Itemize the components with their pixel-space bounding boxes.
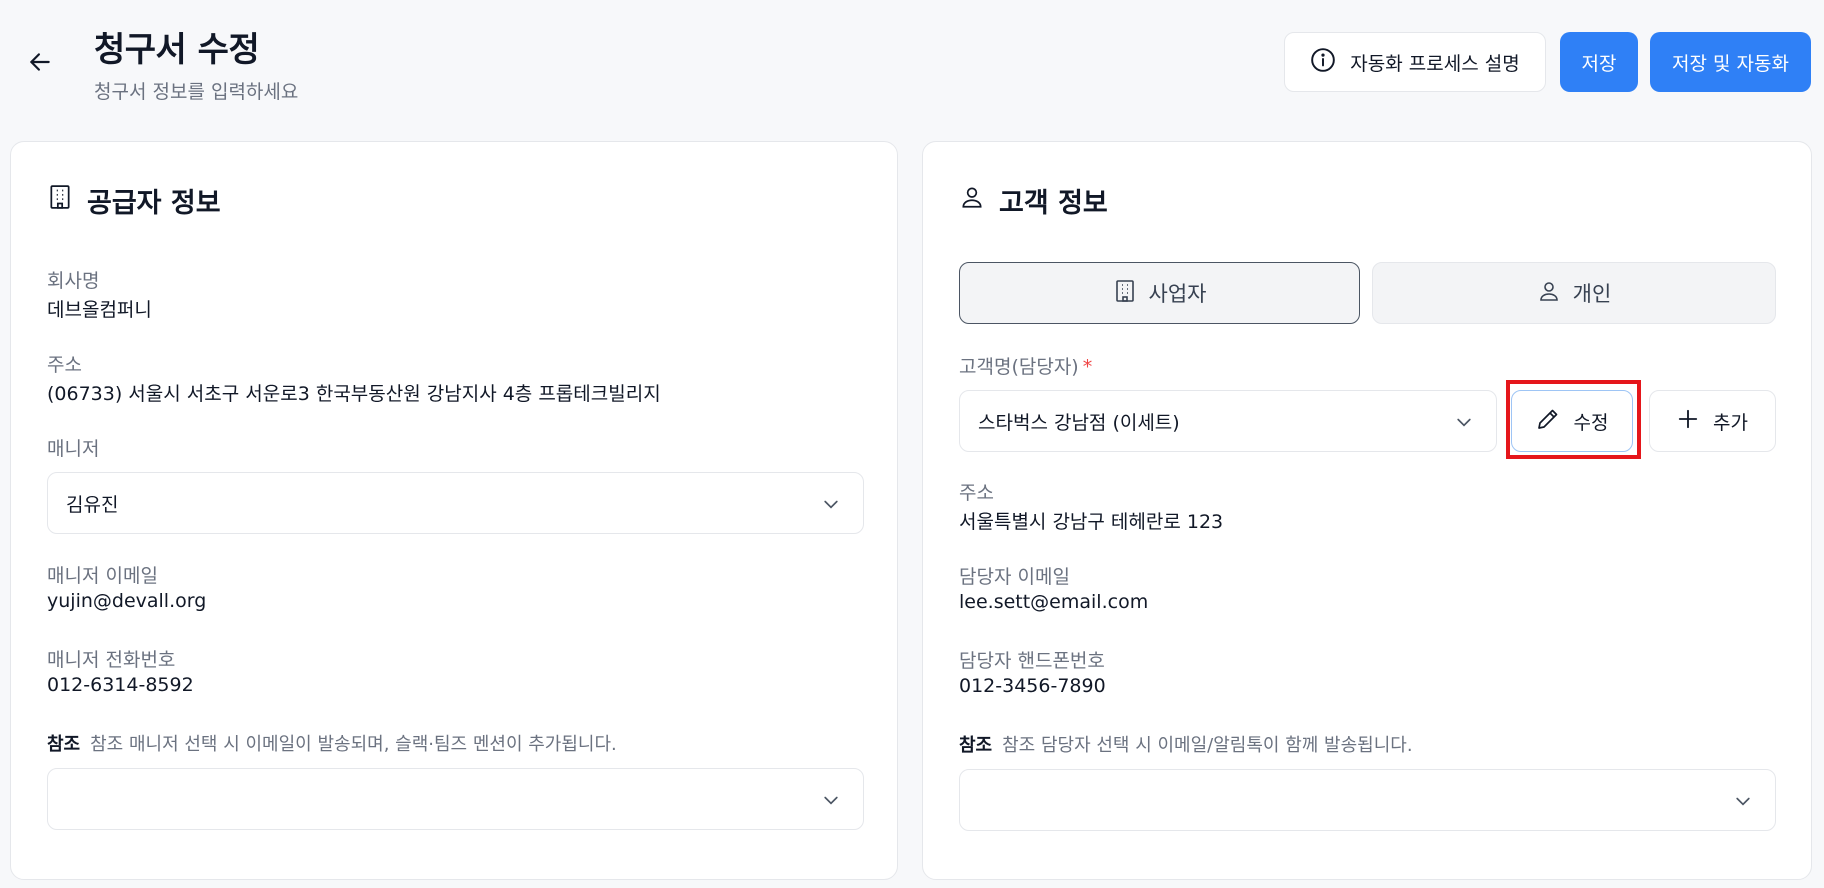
customer-note-text: 참조 담당자 선택 시 이메일/알림톡이 함께 발송됩니다.	[1002, 735, 1413, 756]
save-button[interactable]: 저장	[1560, 32, 1638, 92]
customer-name-select[interactable]: 스타벅스 강남점 (이세트)	[959, 390, 1497, 452]
add-customer-button[interactable]: 추가	[1649, 390, 1776, 452]
customer-name-label-text: 고객명(담당자)	[959, 356, 1079, 378]
tab-personal-label: 개인	[1572, 282, 1612, 306]
pencil-icon	[1536, 407, 1560, 436]
tab-personal[interactable]: 개인	[1372, 262, 1776, 324]
customer-email-value: lee.sett@email.com	[959, 591, 1149, 613]
chevron-down-icon	[1454, 412, 1474, 437]
user-icon	[1537, 278, 1561, 309]
customer-email-label: 담당자 이메일	[959, 566, 1070, 588]
supplier-address-value: (06733) 서울시 서초구 서운로3 한국부동산원 강남지사 4층 프롭테크…	[47, 383, 661, 405]
customer-note-prefix: 참조	[959, 735, 993, 756]
page-title: 청구서 수정	[94, 30, 260, 70]
supplier-title: 공급자 정보	[47, 181, 221, 220]
customer-address-label: 주소	[959, 482, 994, 504]
customer-cc-select[interactable]	[959, 769, 1776, 831]
customer-note: 참조 참조 담당자 선택 시 이메일/알림톡이 함께 발송됩니다.	[959, 731, 1413, 757]
add-customer-label: 추가	[1713, 411, 1748, 434]
customer-title: 고객 정보	[959, 181, 1108, 220]
manager-label: 매니저	[47, 438, 100, 460]
supplier-note-prefix: 참조	[47, 734, 81, 755]
supplier-note: 참조 참조 매니저 선택 시 이메일이 발송되며, 슬랙·팀즈 멘션이 추가됩니다…	[47, 730, 617, 756]
customer-phone-value: 012-3456-7890	[959, 675, 1106, 697]
header: 청구서 수정 청구서 정보를 입력하세요 자동화 프로세스 설명 저장 저장 및…	[0, 0, 1824, 120]
chevron-down-icon	[821, 790, 841, 815]
manager-email-value: yujin@devall.org	[47, 590, 207, 612]
supplier-card: 공급자 정보 회사명 데브올컴퍼니 주소 (06733) 서울시 서초구 서운로…	[10, 141, 898, 880]
manager-select[interactable]: 김유진	[47, 472, 864, 534]
info-icon	[1310, 47, 1336, 78]
save-and-automate-button[interactable]: 저장 및 자동화	[1650, 32, 1811, 92]
page-subtitle: 청구서 정보를 입력하세요	[94, 81, 299, 103]
customer-name-label: 고객명(담당자) *	[959, 352, 1092, 379]
company-value: 데브올컴퍼니	[47, 299, 152, 321]
tab-business-label: 사업자	[1148, 282, 1207, 306]
chevron-down-icon	[1733, 791, 1753, 816]
edit-customer-label: 수정	[1573, 411, 1609, 434]
manager-phone-value: 012-6314-8592	[47, 674, 194, 696]
customer-title-text: 고객 정보	[999, 188, 1108, 219]
plus-icon	[1677, 408, 1699, 435]
customer-address-value: 서울특별시 강남구 테헤란로 123	[959, 511, 1224, 533]
supplier-cc-select[interactable]	[47, 768, 864, 830]
back-arrow-icon[interactable]	[24, 46, 56, 78]
supplier-address-label: 주소	[47, 354, 82, 376]
building-icon	[1113, 278, 1137, 309]
manager-phone-label: 매니저 전화번호	[47, 649, 176, 671]
supplier-note-text: 참조 매니저 선택 시 이메일이 발송되며, 슬랙·팀즈 멘션이 추가됩니다.	[90, 734, 617, 755]
chevron-down-icon	[821, 494, 841, 519]
user-icon	[959, 183, 985, 218]
building-icon	[47, 183, 73, 218]
customer-card: 고객 정보 사업자 개인 고객명(담당자) * 스타벅스 강남점 (이세트) 수…	[922, 141, 1812, 880]
supplier-title-text: 공급자 정보	[87, 188, 221, 219]
manager-select-value: 김유진	[66, 493, 119, 516]
automation-explain-button[interactable]: 자동화 프로세스 설명	[1284, 32, 1546, 92]
customer-name-value: 스타벅스 강남점 (이세트)	[978, 411, 1180, 434]
required-mark: *	[1082, 356, 1093, 378]
company-label: 회사명	[47, 270, 100, 292]
automation-explain-label: 자동화 프로세스 설명	[1350, 52, 1520, 75]
manager-email-label: 매니저 이메일	[47, 565, 158, 587]
edit-customer-button[interactable]: 수정	[1511, 390, 1633, 452]
customer-phone-label: 담당자 핸드폰번호	[959, 650, 1105, 672]
tab-business[interactable]: 사업자	[959, 262, 1360, 324]
